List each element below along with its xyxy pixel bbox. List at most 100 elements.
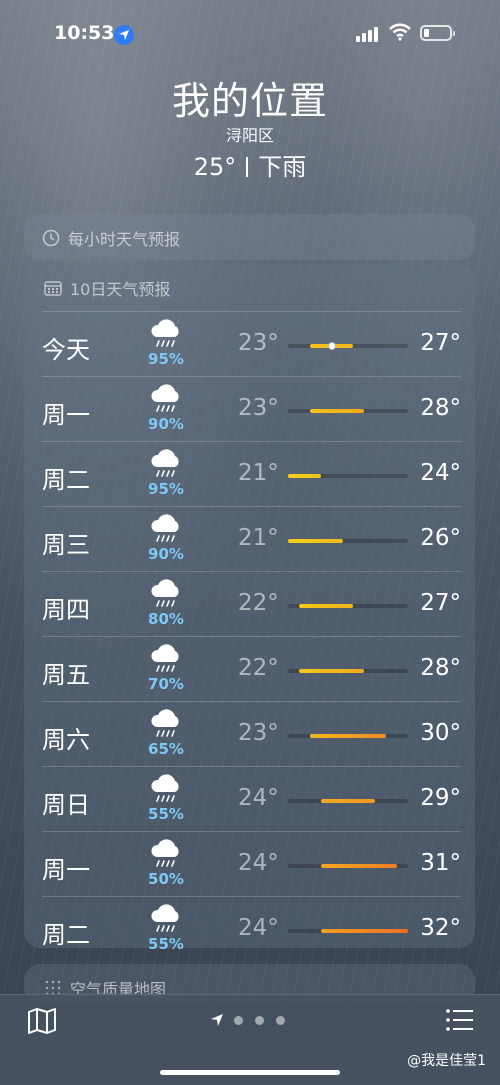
forecast-row[interactable]: 周四 80% 22° 27°	[42, 571, 461, 636]
low-temperature: 24°	[238, 850, 279, 876]
temperature-range-track	[288, 342, 408, 350]
precipitation-chance: 80%	[148, 610, 184, 628]
day-label: 周日	[42, 791, 90, 819]
temperature-range-track	[288, 864, 408, 868]
forecast-row[interactable]: 周一 90% 23° 28°	[42, 376, 461, 441]
day-label: 周一	[42, 401, 90, 429]
high-temperature: 28°	[420, 655, 461, 681]
temperature-range-track	[288, 669, 408, 673]
page-indicator[interactable]	[210, 1013, 297, 1027]
high-temperature: 30°	[420, 720, 461, 746]
day-label: 周六	[42, 726, 90, 754]
high-temperature: 26°	[420, 525, 461, 551]
forecast-row[interactable]: 今天 95% 23° 27°	[42, 311, 461, 376]
page-dot	[276, 1015, 285, 1025]
low-temperature: 21°	[238, 460, 279, 486]
forecast-row[interactable]: 周日 55% 24° 29°	[42, 766, 461, 831]
low-temperature: 23°	[238, 720, 279, 746]
low-temperature: 23°	[238, 330, 279, 356]
temperature-range-bar	[309, 409, 365, 413]
precipitation-chance: 70%	[148, 675, 184, 693]
day-label: 周一	[42, 856, 90, 884]
watermark: @我是佳莹1	[407, 1053, 486, 1069]
ten-day-card-label: 10日天气预报	[70, 280, 171, 299]
map-icon[interactable]	[27, 1007, 57, 1035]
day-label: 周五	[42, 661, 90, 689]
separator	[246, 157, 249, 177]
temperature-range-bar	[298, 604, 354, 608]
status-bar: 10:53	[0, 0, 500, 66]
current-location-arrow-icon	[211, 1014, 223, 1026]
bottom-tab-bar	[0, 994, 500, 1085]
day-label: 周二	[42, 921, 90, 949]
hourly-forecast-card[interactable]: 每小时天气预报	[24, 214, 475, 260]
forecast-row[interactable]: 周一 50% 24° 31°	[42, 831, 461, 896]
forecast-row[interactable]: 周二 95% 21° 24°	[42, 441, 461, 506]
temperature-range-track	[288, 474, 408, 478]
high-temperature: 27°	[420, 330, 461, 356]
page-dot	[255, 1015, 264, 1025]
day-label: 周四	[42, 596, 90, 624]
low-temperature: 22°	[238, 590, 279, 616]
hourly-card-label: 每小时天气预报	[68, 230, 181, 249]
page-dot	[234, 1015, 243, 1025]
hourly-card-title: 每小时天气预报	[42, 226, 180, 250]
location-arrow-icon	[114, 25, 134, 45]
temperature-range-track	[288, 734, 408, 738]
day-label: 周二	[42, 466, 90, 494]
current-conditions: 25° 下雨	[0, 150, 500, 184]
temperature-range-track	[288, 409, 408, 413]
low-temperature: 23°	[238, 395, 279, 421]
high-temperature: 24°	[420, 460, 461, 486]
location-title: 我的位置	[171, 79, 328, 123]
day-label: 今天	[42, 336, 90, 364]
temperature-range-track	[288, 929, 408, 933]
temperature-range-bar	[298, 669, 365, 673]
low-temperature: 24°	[238, 785, 279, 811]
precipitation-chance: 55%	[148, 935, 184, 953]
status-time: 10:53	[54, 22, 115, 44]
forecast-row[interactable]: 周二 55% 24° 32°	[42, 896, 461, 961]
temperature-range-bar	[309, 734, 387, 738]
low-temperature: 24°	[238, 915, 279, 941]
low-temperature: 21°	[238, 525, 279, 551]
high-temperature: 28°	[420, 395, 461, 421]
precipitation-chance: 95%	[148, 480, 184, 498]
forecast-rows: 今天 95% 23° 27° 周一 90% 23° 28° 周二 95% 21° 24° 周三 90% 21…	[42, 311, 461, 961]
day-label: 周三	[42, 531, 90, 559]
clock-icon	[42, 229, 60, 247]
high-temperature: 27°	[420, 590, 461, 616]
precipitation-chance: 90%	[148, 415, 184, 433]
high-temperature: 31°	[420, 850, 461, 876]
current-condition: 下雨	[258, 153, 307, 181]
temperature-range-bar	[320, 929, 408, 933]
wifi-icon	[389, 23, 411, 41]
current-temperature: 25°	[193, 153, 237, 181]
temperature-range-bar	[320, 864, 398, 868]
temperature-range-bar	[320, 799, 376, 803]
precipitation-chance: 50%	[148, 870, 184, 888]
precipitation-chance: 65%	[148, 740, 184, 758]
low-temperature: 22°	[238, 655, 279, 681]
current-temperature-dot	[327, 342, 336, 350]
ten-day-forecast-card[interactable]: 10日天气预报 今天 95% 23° 27° 周一 90% 23° 28° 周二 95% 21° 24…	[24, 264, 475, 953]
forecast-row[interactable]: 周六 65% 23° 30°	[42, 701, 461, 766]
list-icon[interactable]	[446, 1009, 474, 1031]
high-temperature: 29°	[420, 785, 461, 811]
forecast-row[interactable]: 周三 90% 21° 26°	[42, 506, 461, 571]
forecast-row[interactable]: 周五 70% 22° 28°	[42, 636, 461, 701]
battery-icon	[420, 25, 455, 41]
temperature-range-track	[288, 799, 408, 803]
precipitation-chance: 95%	[148, 350, 184, 368]
calendar-icon	[44, 281, 62, 296]
temperature-range-bar	[288, 539, 343, 543]
location-header: 我的位置 浔阳区 25° 下雨	[0, 78, 500, 184]
temperature-range-track	[288, 604, 408, 608]
precipitation-chance: 90%	[148, 545, 184, 563]
cellular-signal-icon	[356, 27, 378, 42]
temperature-range-bar	[288, 474, 321, 478]
precipitation-chance: 55%	[148, 805, 184, 823]
temperature-range-track	[288, 539, 408, 543]
home-indicator[interactable]	[160, 1070, 340, 1075]
high-temperature: 32°	[420, 915, 461, 941]
